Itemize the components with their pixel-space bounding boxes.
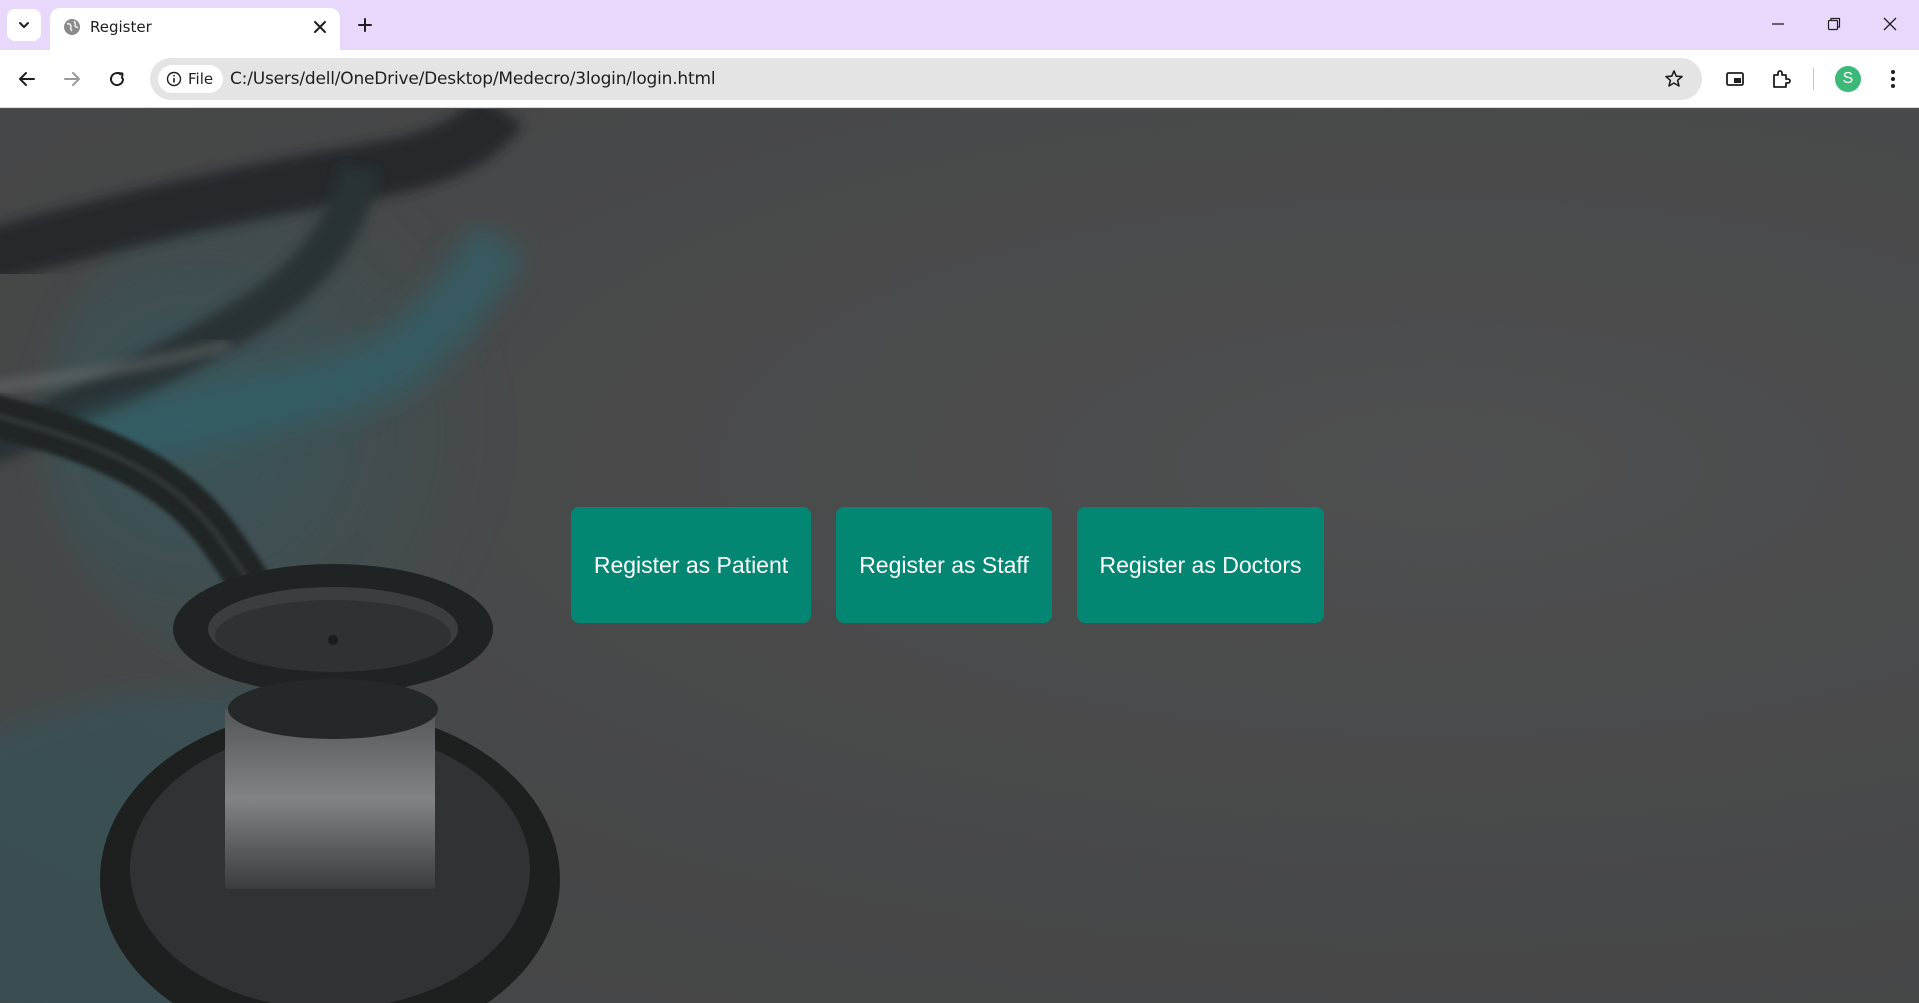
register-options: Register as Patient Register as Staff Re… [0,507,1919,623]
tab-strip: Register [0,0,1919,50]
extensions-icon [1773,70,1791,88]
back-arrow-icon [19,72,35,86]
bookmark-button[interactable] [1662,67,1686,91]
restore-icon [1827,17,1841,31]
url-text[interactable]: C:/Users/dell/OneDrive/Desktop/Medecro/3… [230,69,716,89]
info-icon [166,71,182,87]
reload-button[interactable] [100,62,134,96]
active-tab[interactable]: Register [50,8,340,50]
window-close-button[interactable] [1870,8,1910,40]
new-tab-button[interactable] [352,12,378,38]
minimize-button[interactable] [1758,8,1798,40]
restore-button[interactable] [1814,8,1854,40]
back-button[interactable] [10,62,44,96]
browser-menu-button[interactable] [1876,62,1910,96]
address-bar[interactable]: File C:/Users/dell/OneDrive/Desktop/Mede… [150,58,1702,100]
star-icon [1665,70,1683,87]
tab-close-button[interactable] [308,15,332,39]
chevron-down-icon [19,22,29,28]
page-content: Register as Patient Register as Staff Re… [0,109,1919,1003]
tab-title: Register [90,18,152,36]
minimize-icon [1772,23,1784,25]
window-close-icon [1883,17,1897,31]
register-patient-button[interactable]: Register as Patient [571,507,811,623]
register-staff-button[interactable]: Register as Staff [836,507,1052,623]
extensions-button[interactable] [1764,62,1798,96]
toolbar-divider [1813,68,1814,90]
more-vert-icon [1891,70,1895,88]
forward-arrow-icon [64,72,80,86]
globe-icon [64,19,80,35]
browser-toolbar: File C:/Users/dell/OneDrive/Desktop/Mede… [0,50,1919,108]
site-chip-label: File [188,70,214,88]
picture-in-picture-button[interactable] [1718,62,1752,96]
picture-in-picture-icon [1726,72,1744,86]
site-info-chip[interactable]: File [158,65,224,93]
profile-avatar[interactable]: S [1835,66,1861,92]
register-doctors-button[interactable]: Register as Doctors [1077,507,1324,623]
reload-icon [110,72,125,87]
close-icon [314,21,326,33]
tab-search-button[interactable] [7,9,41,41]
plus-icon [358,18,372,32]
forward-button[interactable] [55,62,89,96]
